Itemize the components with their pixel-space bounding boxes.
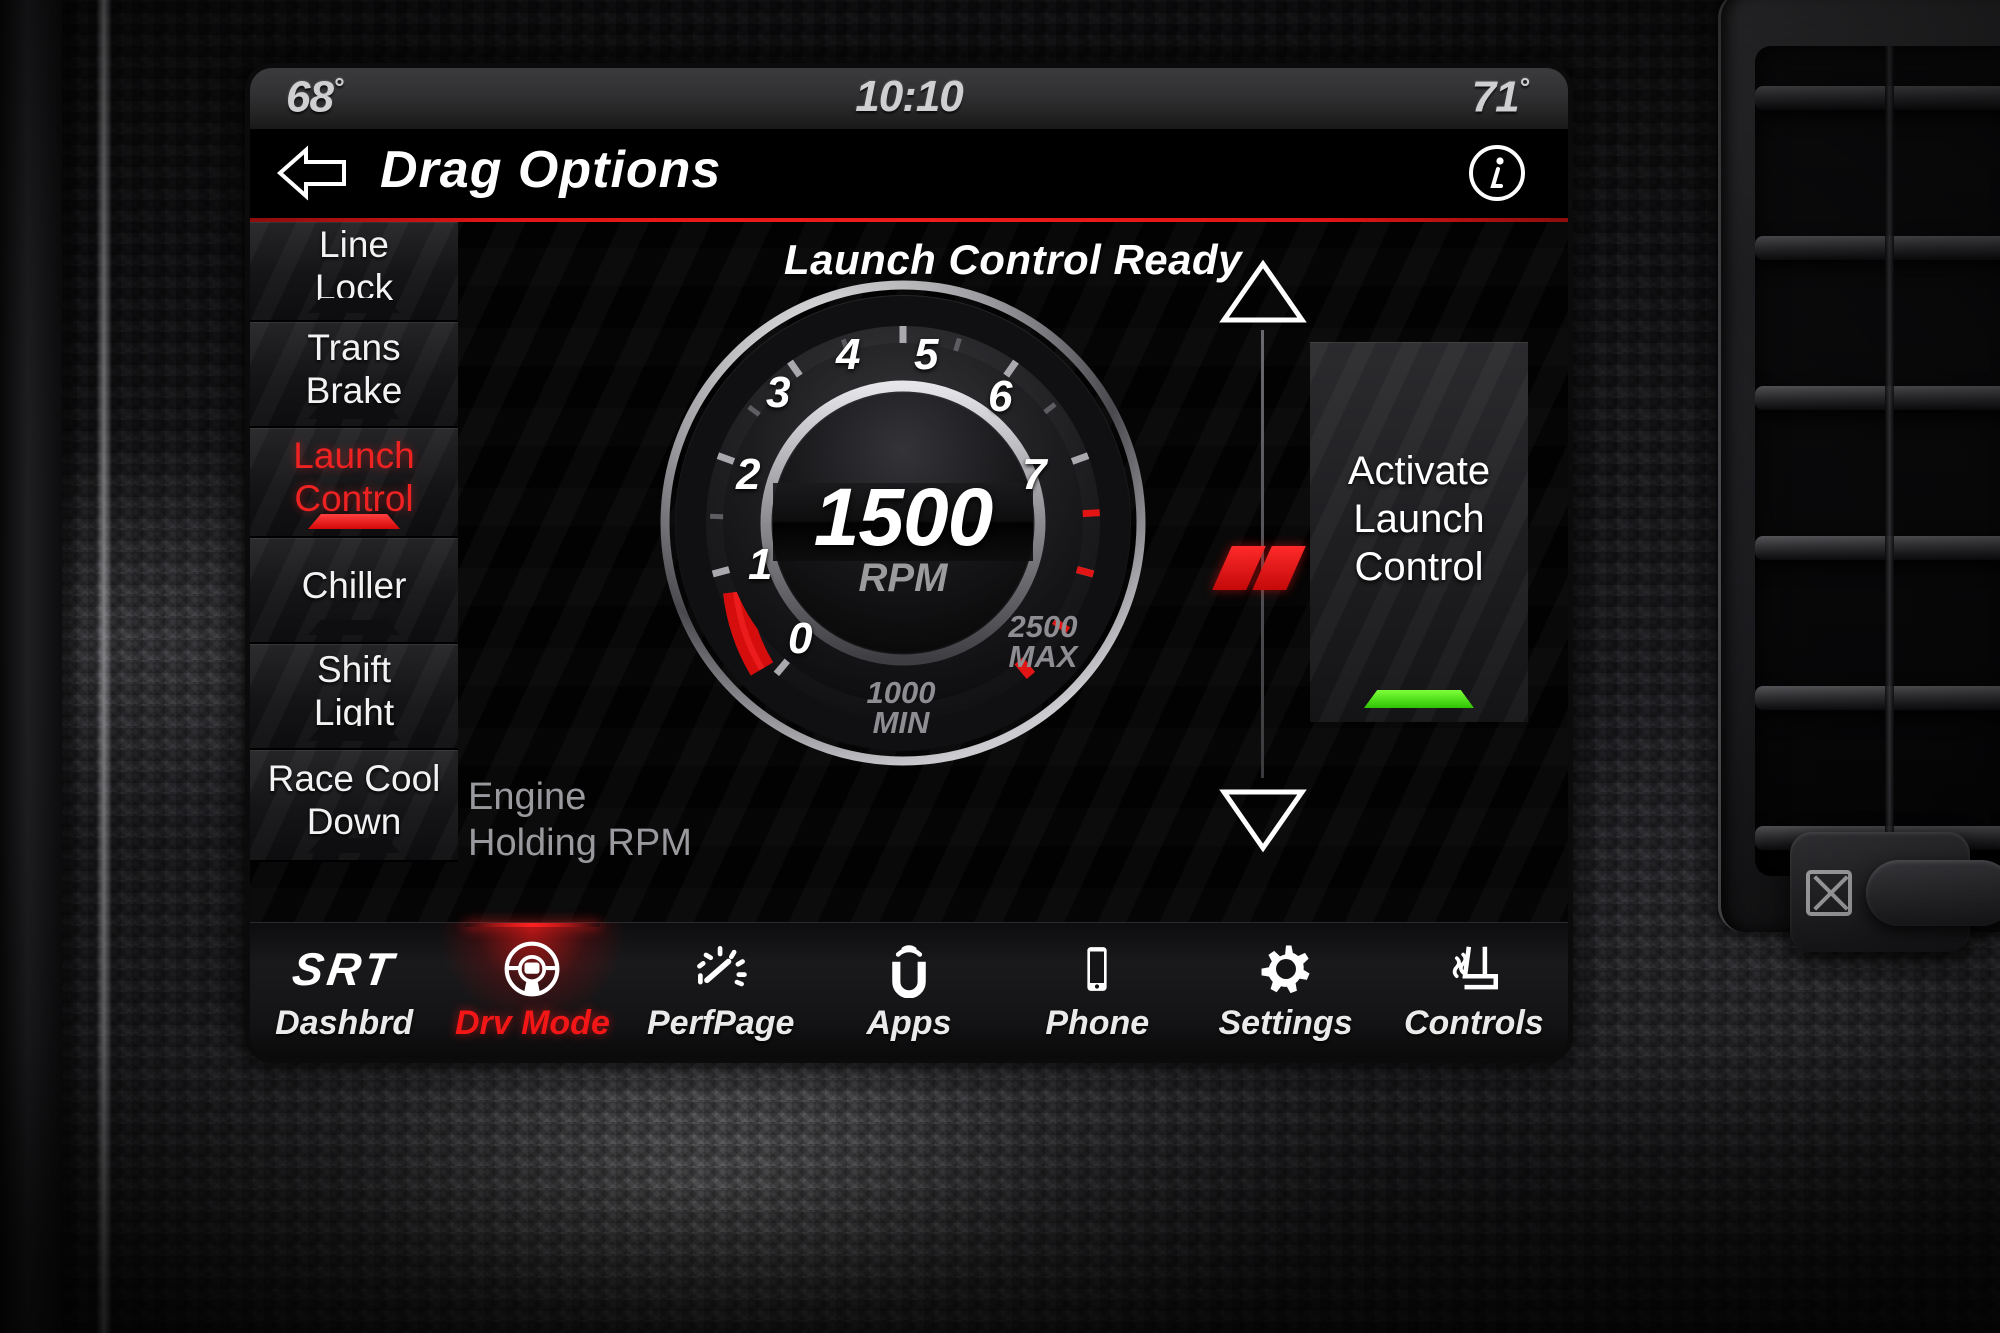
heated-seat-icon	[1445, 938, 1503, 1000]
clock: 10:10	[250, 72, 1568, 122]
content-area: LineLock TransBrake LaunchControl	[250, 222, 1568, 926]
bottom-navigation-bar[interactable]: SRT Dashbrd Drv Mode	[250, 922, 1568, 1058]
infotainment-screen[interactable]: 68° 10:10 71° Drag Options	[250, 68, 1568, 1058]
gear-icon	[1257, 938, 1315, 1000]
srt-double-slash-handle[interactable]	[1222, 546, 1304, 588]
gauge-tick-3: 3	[766, 368, 790, 418]
sidebar-item-label: Chiller	[302, 564, 407, 617]
nav-label: Dashbrd	[275, 1004, 413, 1043]
status-led	[308, 838, 400, 853]
nav-item-drv-mode[interactable]: Drv Mode	[438, 923, 626, 1058]
nav-item-dashbrd[interactable]: SRT Dashbrd	[250, 923, 438, 1058]
gauge-tick-4: 4	[836, 330, 860, 380]
sidebar-item-launch-control[interactable]: LaunchControl	[250, 428, 458, 538]
uconnect-logo-icon	[880, 938, 938, 1000]
status-bar: 68° 10:10 71°	[250, 68, 1568, 130]
sidebar-item-shift-light[interactable]: ShiftLight	[250, 644, 458, 750]
gauge-tick-0: 0	[788, 614, 812, 664]
drag-options-sidebar[interactable]: LineLock TransBrake LaunchControl	[250, 222, 458, 862]
title-bar: Drag Options	[250, 130, 1568, 218]
nav-item-phone[interactable]: Phone	[1003, 923, 1191, 1058]
nav-label: Settings	[1218, 1004, 1352, 1043]
nav-label: Drv Mode	[455, 1004, 610, 1043]
page-title: Drag Options	[380, 140, 721, 200]
engine-status-text: EngineHolding RPM	[468, 774, 692, 866]
status-led	[308, 620, 400, 635]
srt-logo-text: SRT	[289, 942, 400, 996]
rpm-value: 1500	[658, 471, 1148, 565]
rpm-unit-label: RPM	[658, 556, 1148, 601]
rpm-min-label: 1000MIN	[826, 678, 976, 738]
steering-wheel-icon	[502, 938, 562, 1000]
back-arrow-icon[interactable]	[276, 144, 348, 202]
dashboard-bezel: 68° 10:10 71° Drag Options	[0, 0, 2000, 1333]
cabin-temperature: 71°	[1472, 72, 1528, 123]
triangle-down-icon[interactable]	[1218, 786, 1308, 859]
activate-button-label: Activate Launch Control	[1348, 447, 1490, 591]
sidebar-item-chiller[interactable]: Chiller	[250, 538, 458, 644]
sidebar-item-trans-brake[interactable]: TransBrake	[250, 322, 458, 428]
rpm-max-label: 2500MAX	[968, 612, 1118, 672]
info-icon[interactable]	[1466, 142, 1528, 204]
nav-item-perfpage[interactable]: PerfPage	[627, 923, 815, 1058]
smartphone-icon	[1069, 938, 1125, 1000]
status-led	[308, 726, 400, 741]
launch-rpm-slider[interactable]	[1198, 258, 1328, 858]
sidebar-item-race-cool-down[interactable]: Race CoolDown	[250, 750, 458, 862]
gauge-dial-icon	[691, 938, 751, 1000]
sidebar-item-line-lock[interactable]: LineLock	[250, 222, 458, 322]
nav-label: PerfPage	[647, 1004, 794, 1043]
status-led	[308, 404, 400, 419]
nav-label: Controls	[1404, 1004, 1544, 1043]
gauge-tick-5: 5	[914, 330, 938, 380]
nav-item-settings[interactable]: Settings	[1191, 923, 1379, 1058]
srt-logo-icon: SRT	[293, 938, 396, 1000]
nav-label: Apps	[866, 1004, 951, 1043]
gauge-tick-6: 6	[988, 372, 1012, 422]
degree-symbol-right: °	[1519, 72, 1528, 102]
activate-status-led	[1364, 690, 1474, 708]
activate-launch-control-button[interactable]: Activate Launch Control	[1310, 342, 1528, 722]
nav-item-controls[interactable]: Controls	[1380, 923, 1568, 1058]
status-led-active	[308, 514, 400, 529]
launch-control-status-heading: Launch Control Ready	[458, 236, 1568, 284]
rpm-gauge: 4 5 3 6 2 7 1 0 1500 RPM 1000MIN 2500MAX	[658, 278, 1148, 768]
nav-item-apps[interactable]: Apps	[815, 923, 1003, 1058]
nav-label: Phone	[1045, 1004, 1149, 1043]
status-led	[308, 298, 400, 313]
triangle-up-icon[interactable]	[1218, 258, 1308, 331]
